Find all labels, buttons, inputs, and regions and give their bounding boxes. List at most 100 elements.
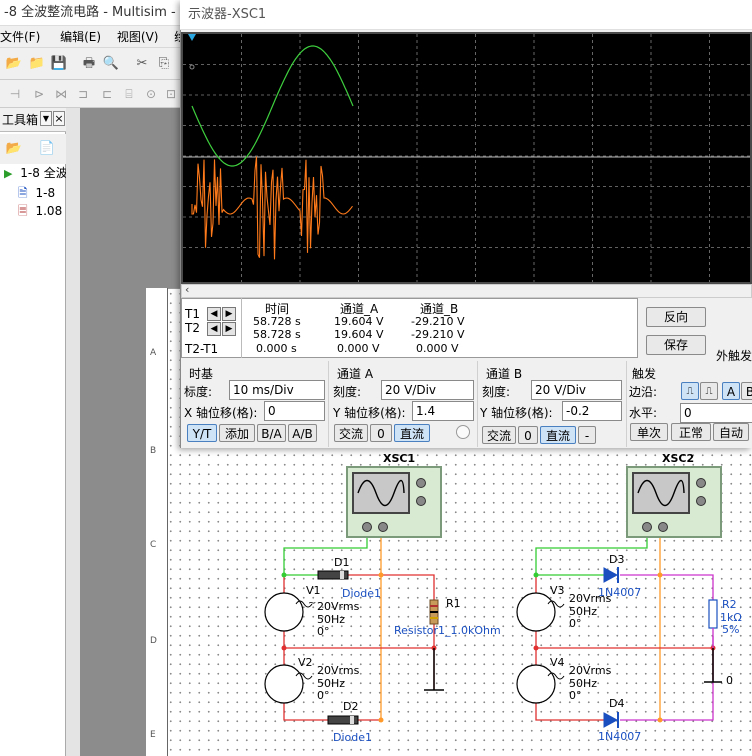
add-mode-button[interactable]: 添加 bbox=[219, 424, 255, 442]
scope-screen bbox=[632, 472, 690, 514]
channel-b-dc-button[interactable]: 直流 bbox=[540, 426, 576, 444]
t2-channel-a: 19.604 V bbox=[334, 328, 384, 341]
channel-b-ac-button[interactable]: 交流 bbox=[482, 426, 516, 444]
rising-edge-icon[interactable]: ⎍ bbox=[681, 382, 699, 400]
r2-ref[interactable]: R2 bbox=[722, 598, 737, 611]
v1-ref[interactable]: V1 bbox=[306, 584, 321, 597]
timebase-scale-field[interactable]: 10 ms/Div bbox=[229, 380, 325, 400]
r2-tolerance: 5% bbox=[722, 623, 740, 636]
oscilloscope-screen[interactable] bbox=[181, 32, 752, 284]
ab-mode-button[interactable]: A/B bbox=[288, 424, 317, 442]
instrument-label-xsc1: XSC1 bbox=[383, 452, 416, 465]
channel-a-trace bbox=[191, 45, 354, 167]
d1-value[interactable]: Diode1 bbox=[342, 587, 381, 600]
diode-d3 bbox=[603, 567, 619, 583]
v2-ref[interactable]: V2 bbox=[298, 656, 313, 669]
wire-green-2 bbox=[535, 536, 648, 576]
t2-label: T2 bbox=[185, 321, 200, 335]
t2-t1-label: T2-T1 bbox=[185, 342, 219, 356]
v3-ref[interactable]: V3 bbox=[550, 584, 565, 597]
channel-a-dc-button[interactable]: 直流 bbox=[394, 424, 430, 442]
channel-a-ypos-label: Y 轴位移(格): bbox=[333, 406, 406, 420]
d2-value[interactable]: Diode1 bbox=[333, 731, 372, 744]
trigger-source-b-button[interactable]: B bbox=[741, 382, 752, 400]
auto-trigger-button[interactable]: 自动 bbox=[713, 423, 749, 441]
cursor-t1-marker bbox=[188, 34, 196, 41]
d2-ref[interactable]: D2 bbox=[343, 700, 358, 713]
channel-b-ypos-field[interactable]: -0.2 bbox=[562, 401, 622, 421]
scroll-left-icon[interactable]: ‹ bbox=[185, 283, 189, 296]
d4-ref[interactable]: D4 bbox=[609, 697, 624, 710]
channel-a-ypos-field[interactable]: 1.4 bbox=[412, 401, 474, 421]
diode-d4 bbox=[603, 712, 619, 728]
channel-a-ac-button[interactable]: 交流 bbox=[334, 424, 368, 442]
v4-phase: 0° bbox=[569, 689, 582, 702]
channel-a-color-icon[interactable] bbox=[456, 425, 470, 439]
timebase-scale-label: 标度: bbox=[184, 385, 213, 399]
trigger-level-field[interactable]: 0 bbox=[680, 403, 752, 423]
scope-terminal-t[interactable] bbox=[416, 496, 426, 506]
channel-b-trace bbox=[191, 156, 353, 260]
ba-mode-button[interactable]: B/A bbox=[257, 424, 286, 442]
save-button[interactable]: 保存 bbox=[646, 335, 706, 355]
r1-value[interactable]: Resistor1_1.0kOhm bbox=[394, 624, 501, 637]
horizontal-scrollbar[interactable]: ‹ bbox=[181, 283, 752, 298]
trigger-title: 触发 bbox=[632, 367, 657, 381]
normal-trigger-button[interactable]: 正常 bbox=[671, 423, 711, 441]
reverse-button[interactable]: 反向 bbox=[646, 307, 706, 327]
t1-label: T1 bbox=[185, 307, 200, 321]
channel-a-title: 通道 A bbox=[337, 367, 374, 381]
channel-b-scale-field[interactable]: 20 V/Div bbox=[531, 380, 622, 400]
ext-trigger-label: 外触发 bbox=[716, 349, 752, 363]
scope-terminal-b[interactable] bbox=[378, 522, 388, 532]
scope-terminal-g[interactable] bbox=[696, 478, 706, 488]
ground-marker bbox=[189, 64, 195, 70]
t2-left-arrow[interactable]: ◀ bbox=[207, 322, 221, 336]
t1-channel-a: 19.604 V bbox=[334, 315, 384, 328]
oscilloscope-xsc2[interactable] bbox=[626, 466, 722, 538]
scope-terminal-g[interactable] bbox=[416, 478, 426, 488]
t1-left-arrow[interactable]: ◀ bbox=[207, 307, 221, 321]
ac-source-v2 bbox=[264, 664, 304, 704]
v3-phase: 0° bbox=[569, 617, 582, 630]
resistor-r2 bbox=[708, 599, 718, 629]
falling-edge-icon[interactable]: ⎍ bbox=[700, 382, 718, 400]
t2-right-arrow[interactable]: ▶ bbox=[222, 322, 236, 336]
d4-value[interactable]: 1N4007 bbox=[598, 730, 641, 743]
dt-channel-b: 0.000 V bbox=[416, 342, 459, 355]
d3-ref[interactable]: D3 bbox=[609, 553, 624, 566]
d1-ref[interactable]: D1 bbox=[334, 556, 349, 569]
single-trigger-button[interactable]: 单次 bbox=[630, 423, 668, 441]
ac-source-v1 bbox=[264, 592, 304, 632]
x-position-label: X 轴位移(格): bbox=[184, 406, 258, 420]
channel-b-zero-button[interactable]: 0 bbox=[518, 426, 538, 444]
v4-ref[interactable]: V4 bbox=[550, 656, 565, 669]
wire-red-4 bbox=[535, 626, 714, 680]
t1-right-arrow[interactable]: ▶ bbox=[222, 307, 236, 321]
channel-b-scale-label: 刻度: bbox=[482, 385, 511, 399]
scope-terminal-a[interactable] bbox=[362, 522, 372, 532]
channel-b-minus-button[interactable]: - bbox=[578, 426, 596, 444]
oscilloscope-xsc1[interactable] bbox=[346, 466, 442, 538]
t2-channel-b: -29.210 V bbox=[411, 328, 465, 341]
resistor-r1 bbox=[429, 599, 439, 625]
scope-terminal-t[interactable] bbox=[696, 496, 706, 506]
ground-symbol-2 bbox=[704, 648, 722, 683]
ground-symbol-1 bbox=[424, 648, 444, 691]
t1-channel-b: -29.210 V bbox=[411, 315, 465, 328]
screen-grid bbox=[183, 34, 750, 282]
scope-terminal-a[interactable] bbox=[642, 522, 652, 532]
v2-phase: 0° bbox=[317, 689, 330, 702]
x-position-field[interactable]: 0 bbox=[264, 401, 325, 421]
wire-green-1 bbox=[283, 536, 368, 576]
channel-a-scale-field[interactable]: 20 V/Div bbox=[381, 380, 474, 400]
channel-b-ypos-label: Y 轴位移(格): bbox=[480, 406, 553, 420]
channel-a-zero-button[interactable]: 0 bbox=[370, 424, 392, 442]
ac-tilde-icon: ~ bbox=[308, 598, 317, 609]
trigger-source-a-button[interactable]: A bbox=[722, 382, 740, 400]
trigger-edge-label: 边沿: bbox=[629, 385, 658, 399]
scope-terminal-b[interactable] bbox=[658, 522, 668, 532]
yt-mode-button[interactable]: Y/T bbox=[187, 424, 217, 442]
v2-amp: 20Vrms bbox=[317, 664, 360, 677]
r1-ref[interactable]: R1 bbox=[446, 597, 461, 610]
